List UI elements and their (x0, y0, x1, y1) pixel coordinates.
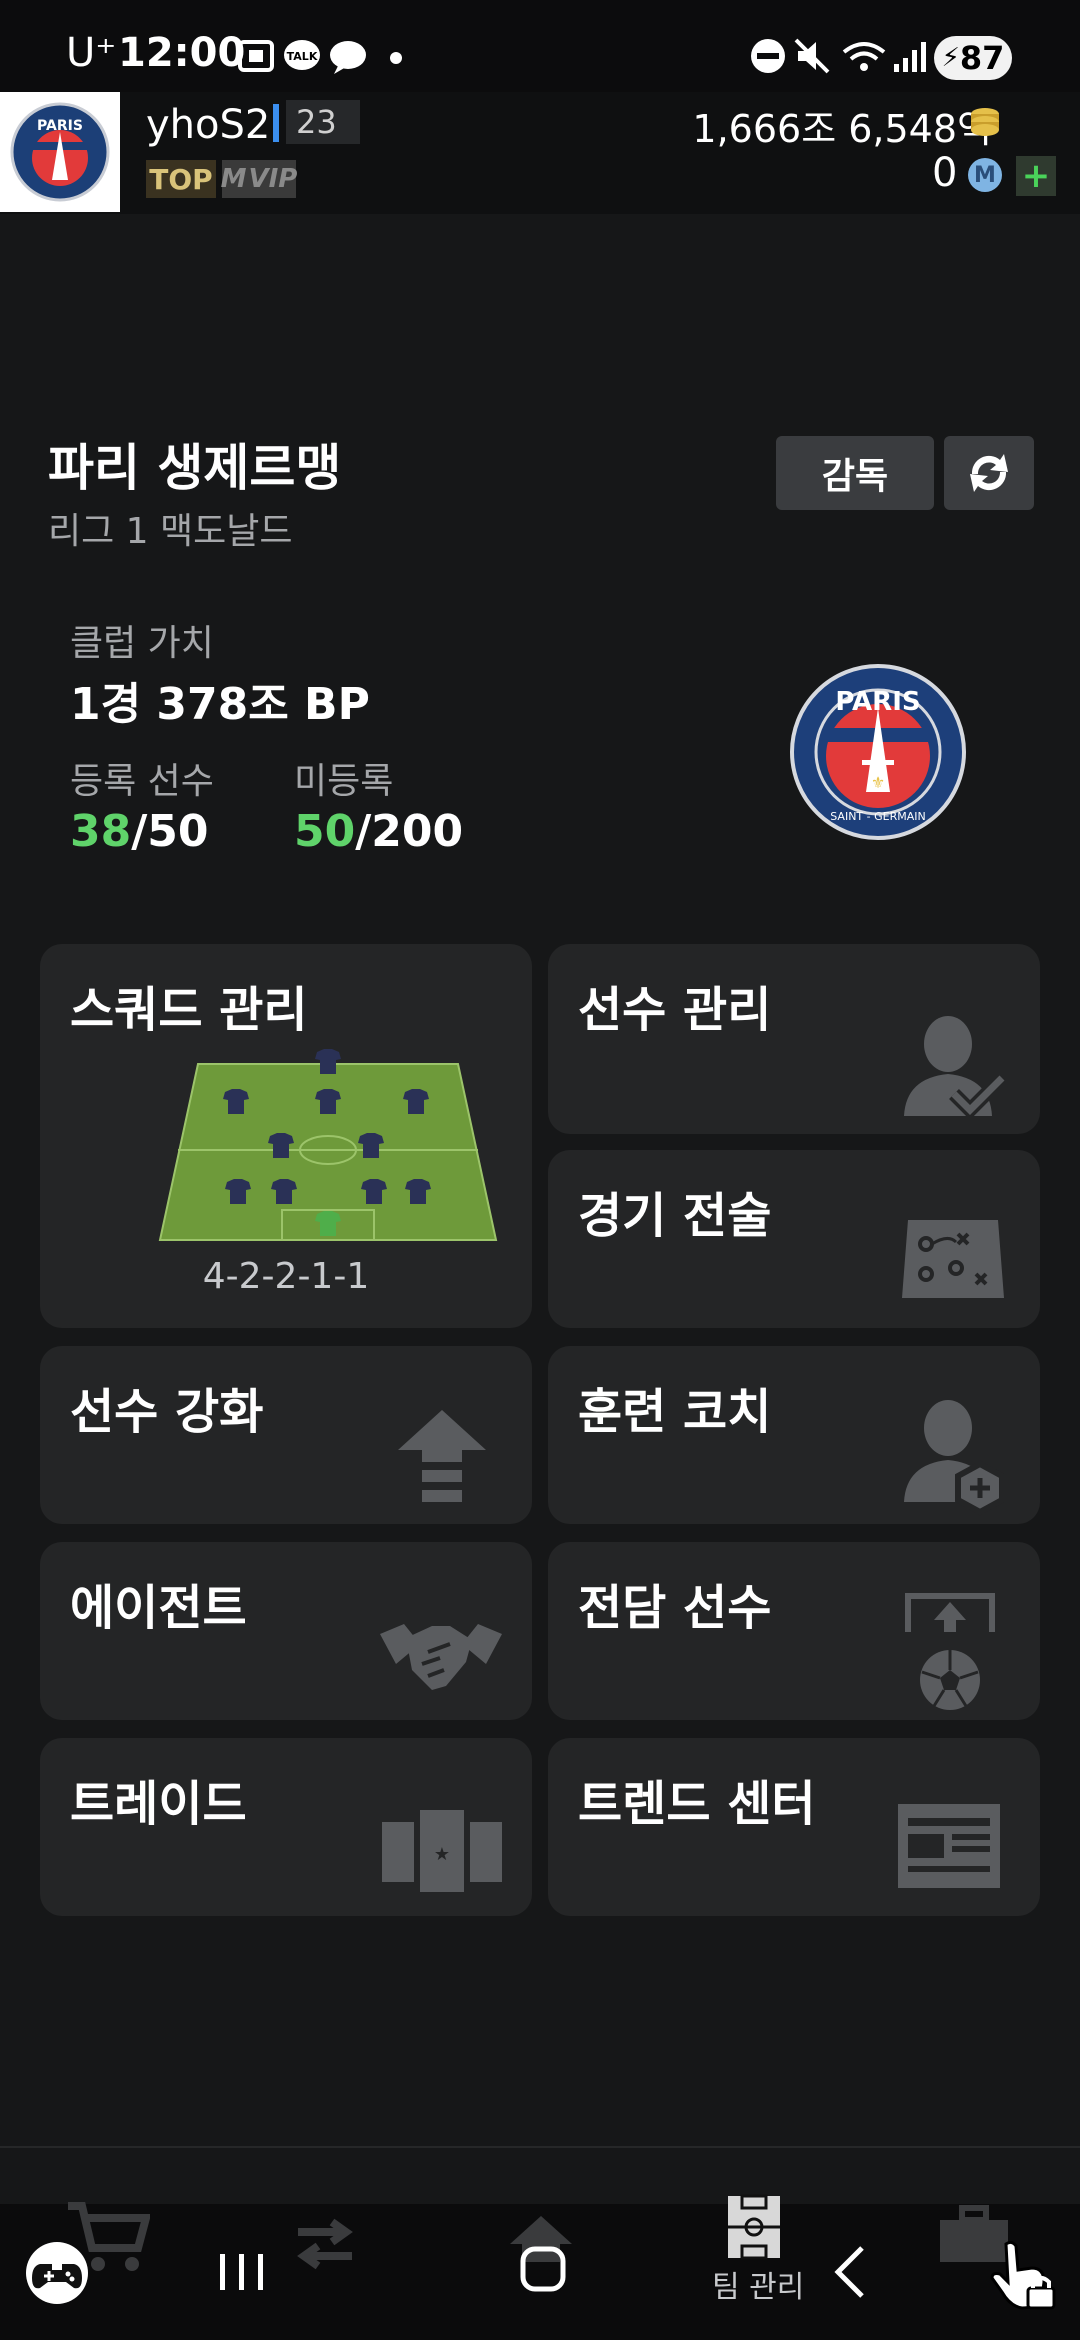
player-shirt-icon (361, 1179, 387, 1204)
agent-title: 에이전트 (70, 1580, 247, 1636)
exclusive-player-card[interactable]: 전담 선수 (548, 1542, 1040, 1720)
player-shirt-icon (405, 1179, 431, 1204)
status-time: 12:00 (118, 30, 246, 76)
registered-current: 38 (70, 806, 132, 857)
transfer-arrows-icon[interactable] (292, 2216, 358, 2272)
bp-balance: 1,666조 6,548억 (692, 107, 992, 151)
unregistered-count: 50/200 (294, 806, 463, 857)
player-management-card[interactable]: 선수 관리 (548, 944, 1040, 1134)
crest-text-bottom: SAINT - GERMAIN (830, 810, 925, 823)
player-shirt-icon (225, 1179, 251, 1204)
m-coin-icon: M (968, 158, 1002, 192)
agent-card[interactable]: 에이전트 (40, 1542, 532, 1720)
charging-icon: ⚡ (941, 43, 960, 73)
game-controller-button[interactable] (26, 2242, 88, 2304)
vip-badge-prefix: M (220, 164, 247, 194)
add-coin-button[interactable]: + (1016, 156, 1056, 196)
formation-label: 4-2-2-1-1 (202, 1256, 370, 1297)
game-controller-icon (32, 2264, 82, 2289)
player-shirt-icon (315, 1049, 341, 1074)
unregistered-current: 50 (294, 806, 356, 857)
notification-dot (390, 52, 402, 64)
back-icon[interactable] (830, 2244, 870, 2300)
news-icon (898, 1804, 1000, 1888)
formation-shirts (223, 1049, 431, 1236)
match-tactics-card[interactable]: 경기 전술 (548, 1150, 1040, 1328)
player-shirt-icon (271, 1179, 297, 1204)
registered-count: 38/50 (70, 806, 209, 857)
player-shirt-icon (315, 1211, 341, 1236)
league-name: 리그 1 맥도날드 (48, 511, 293, 552)
coach-add-icon (904, 1400, 1005, 1516)
swap-icon (970, 454, 1008, 492)
club-crest: PARIS SAINT - GERMAIN ⚜ (790, 664, 966, 840)
handshake-icon (380, 1624, 502, 1690)
exclusive-player-icon (905, 1593, 995, 1710)
trend-center-card[interactable]: 트렌드 센터 (548, 1738, 1040, 1916)
player-management-title: 선수 관리 (578, 982, 772, 1038)
home-button-icon[interactable] (518, 2244, 568, 2294)
level-divider (273, 104, 279, 142)
recent-apps-icon[interactable] (216, 2248, 268, 2296)
mute-icon (794, 38, 830, 74)
player-upgrade-card[interactable]: 선수 강화 (40, 1346, 532, 1524)
do-not-disturb-icon (751, 39, 785, 73)
avatar[interactable]: PARIS (0, 92, 120, 212)
team-management-icon[interactable] (724, 2192, 784, 2262)
vip-badge: M VIP (220, 160, 298, 198)
trend-center-title: 트렌드 센터 (578, 1776, 816, 1832)
registered-max: /50 (131, 806, 209, 857)
carrier-label: U⁺ (66, 30, 117, 76)
player-shirt-icon (223, 1089, 249, 1114)
trade-card[interactable]: 트레이드 ★ (40, 1738, 532, 1916)
club-value: 1경 378조 BP (70, 679, 370, 730)
player-shirt-icon (268, 1133, 294, 1158)
player-shirt-icon (358, 1133, 384, 1158)
svg-text:TALK: TALK (287, 50, 318, 63)
tactics-board-icon (902, 1220, 1004, 1298)
chat-bubble-icon (330, 41, 366, 74)
player-check-icon (904, 1016, 1007, 1118)
battery-level: 87 (959, 39, 1005, 77)
trade-cards-icon: ★ (382, 1810, 502, 1892)
player-level: 23 (286, 100, 360, 144)
club-value-label: 클럽 가치 (70, 623, 214, 664)
player-upgrade-title: 선수 강화 (70, 1384, 264, 1440)
top-badge: TOP (146, 160, 216, 198)
registered-label: 등록 선수 (70, 761, 214, 802)
team-management-label[interactable]: 팀 관리 (712, 2262, 804, 2306)
swap-club-button[interactable] (944, 436, 1034, 510)
username: yhoS2 (146, 102, 271, 148)
club-name: 파리 생제르맹 (48, 439, 342, 497)
exclusive-player-title: 전담 선수 (578, 1580, 772, 1636)
unregistered-label: 미등록 (294, 761, 394, 802)
training-coach-card[interactable]: 훈련 코치 (548, 1346, 1040, 1524)
training-coach-title: 훈련 코치 (578, 1384, 772, 1440)
player-shirt-icon (315, 1089, 341, 1114)
wifi-icon (842, 42, 886, 71)
svg-text:PARIS: PARIS (37, 118, 83, 134)
upgrade-arrow-icon (398, 1410, 486, 1502)
squad-management-card[interactable]: 스쿼드 관리 4-2-2-1-1 (40, 944, 532, 1328)
trade-title: 트레이드 (70, 1776, 247, 1832)
m-coin-count: 0 (932, 150, 958, 196)
player-shirt-icon (403, 1089, 429, 1114)
kakaotalk-icon: TALK (284, 40, 320, 70)
crest-text-top: PARIS (835, 687, 920, 717)
manager-button[interactable]: 감독 (776, 436, 934, 510)
touch-lock-icon[interactable] (988, 2238, 1058, 2312)
screenshot-icon (238, 40, 274, 72)
fleur-de-lis-icon: ⚜ (871, 773, 885, 792)
formation-players (156, 1040, 500, 1250)
unregistered-max: /200 (355, 806, 464, 857)
signal-icon (894, 42, 926, 72)
svg-text:★: ★ (434, 1844, 450, 1865)
psg-logo-icon: PARIS (10, 102, 110, 202)
match-tactics-title: 경기 전술 (578, 1188, 772, 1244)
squad-management-title: 스쿼드 관리 (70, 982, 308, 1038)
bottom-divider (0, 2146, 1080, 2148)
vip-badge-label: VIP (248, 164, 298, 194)
bp-coin-icon (971, 108, 999, 136)
battery-indicator: ⚡ 87 (934, 36, 1012, 80)
